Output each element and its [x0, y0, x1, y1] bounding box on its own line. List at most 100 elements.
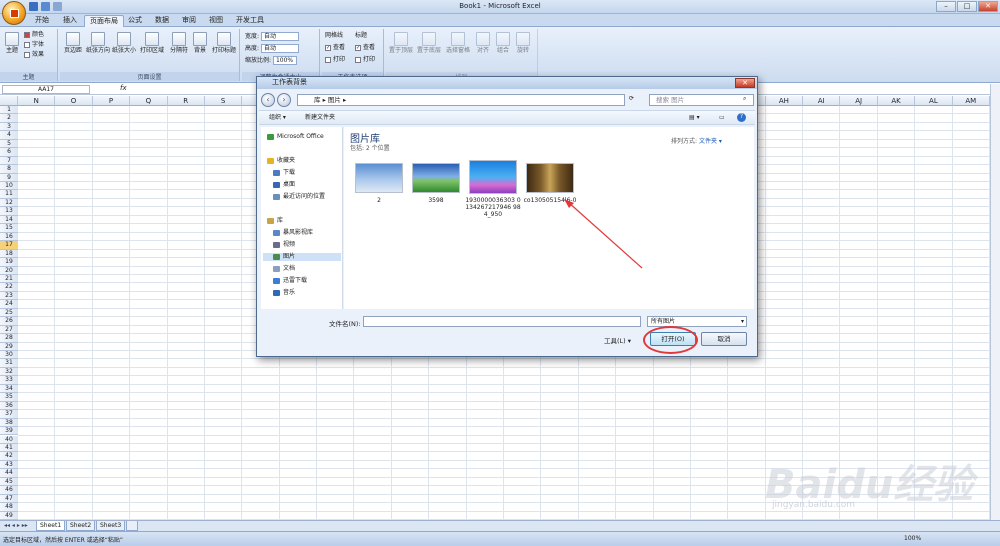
row-header[interactable]: 40 — [0, 435, 18, 444]
nav-music[interactable]: 音乐 — [273, 289, 295, 297]
fonts-button[interactable]: 字体 — [24, 41, 44, 49]
row-header[interactable]: 15 — [0, 224, 18, 233]
row-header[interactable]: 23 — [0, 291, 18, 301]
address-part[interactable]: 库 — [314, 96, 321, 104]
row-header[interactable]: 48 — [0, 503, 18, 512]
orientation-button[interactable]: 纸张方向 — [86, 32, 110, 54]
row-header[interactable]: 18 — [0, 249, 18, 259]
tab-developer[interactable]: 开发工具 — [231, 15, 269, 27]
column-header[interactable]: AK — [877, 96, 916, 106]
gridlines-print-checkbox[interactable]: 打印 — [325, 56, 345, 64]
new-folder-button[interactable]: 新建文件夹 — [305, 114, 335, 122]
search-input[interactable]: 搜索 图片 — [649, 94, 754, 106]
file-thumbnail[interactable] — [469, 160, 517, 194]
dialog-close-button[interactable]: ✕ — [735, 78, 755, 88]
row-header[interactable]: 3 — [0, 122, 18, 132]
row-header[interactable]: 27 — [0, 325, 18, 335]
tab-home[interactable]: 开始 — [30, 15, 54, 27]
row-header[interactable]: 22 — [0, 283, 18, 292]
filename-input[interactable] — [363, 316, 641, 327]
help-icon[interactable]: ? — [737, 113, 746, 122]
organize-button[interactable]: 组织 ▾ — [269, 114, 286, 122]
width-select[interactable]: 自动 — [260, 32, 299, 41]
row-header[interactable]: 35 — [0, 393, 18, 402]
address-bar[interactable]: 库 ▸ 图片 ▸ — [297, 94, 625, 106]
breaks-button[interactable]: 分隔符 — [168, 32, 190, 54]
tab-review[interactable]: 审阅 — [177, 15, 201, 27]
zoom-input[interactable]: 100% — [272, 56, 297, 65]
column-header[interactable]: AH — [765, 96, 804, 106]
view-icon[interactable]: ▤ ▾ — [689, 114, 700, 122]
margins-button[interactable]: 页边距 — [62, 32, 84, 54]
row-header[interactable]: 41 — [0, 443, 18, 453]
row-header[interactable]: 20 — [0, 266, 18, 275]
tab-insert[interactable]: 插入 — [58, 15, 82, 27]
bring-forward-button[interactable]: 置于顶层 — [388, 32, 414, 54]
row-header[interactable]: 11 — [0, 190, 18, 199]
align-button[interactable]: 对齐 — [474, 32, 492, 54]
row-header[interactable]: 38 — [0, 418, 18, 428]
row-header[interactable]: 28 — [0, 334, 18, 343]
background-button[interactable]: 背景 — [191, 32, 209, 54]
sheet-nav-arrows-icon[interactable]: ◂◂ ◂ ▸ ▸▸ — [4, 522, 28, 530]
row-header[interactable]: 30 — [0, 351, 18, 360]
back-icon[interactable]: ‹ — [261, 93, 275, 107]
selection-pane-button[interactable]: 选择窗格 — [444, 32, 472, 54]
row-header[interactable]: 42 — [0, 452, 18, 461]
row-header[interactable]: 9 — [0, 173, 18, 183]
forward-icon[interactable]: › — [277, 93, 291, 107]
insert-function-icon[interactable]: fx — [120, 84, 127, 92]
row-header[interactable]: 13 — [0, 207, 18, 216]
row-header[interactable]: 36 — [0, 401, 18, 411]
row-header[interactable]: 29 — [0, 342, 18, 351]
row-header[interactable]: 39 — [0, 427, 18, 436]
nav-desktop[interactable]: 桌面 — [273, 181, 295, 189]
nav-downloads[interactable]: 下载 — [273, 169, 295, 177]
close-button[interactable]: ✕ — [978, 1, 998, 12]
headings-print-checkbox[interactable]: 打印 — [355, 56, 375, 64]
row-header[interactable]: 31 — [0, 359, 18, 368]
row-header[interactable]: 43 — [0, 460, 18, 470]
file-thumbnail[interactable] — [526, 163, 574, 193]
tab-formulas[interactable]: 公式 — [123, 15, 147, 27]
maximize-button[interactable]: □ — [957, 1, 977, 12]
row-header[interactable]: 5 — [0, 139, 18, 149]
row-header[interactable]: 17 — [0, 241, 18, 250]
nav-videos[interactable]: 视频 — [273, 241, 295, 249]
row-header[interactable]: 37 — [0, 410, 18, 419]
row-header[interactable]: 2 — [0, 114, 18, 123]
sheet-tab-2[interactable]: Sheet2 — [66, 521, 96, 531]
column-header[interactable]: AJ — [840, 96, 878, 106]
tab-page-layout[interactable]: 页面布局 — [84, 15, 124, 27]
send-backward-button[interactable]: 置于底层 — [416, 32, 442, 54]
cancel-button[interactable]: 取消 — [701, 332, 747, 346]
row-header[interactable]: 16 — [0, 232, 18, 242]
effects-button[interactable]: 效果 — [24, 51, 44, 59]
size-button[interactable]: 纸张大小 — [112, 32, 136, 54]
nav-pictures[interactable]: 图片 — [263, 253, 341, 261]
column-header[interactable]: AI — [803, 96, 841, 106]
sort-control[interactable]: 排列方式: 文件夹 ▾ — [671, 136, 722, 145]
filetype-select[interactable]: 所有图片 ▾ — [647, 316, 747, 327]
file-name[interactable]: 1930000036303 0134267217946 984_950 — [465, 197, 521, 218]
select-all-corner[interactable] — [0, 96, 18, 106]
row-header[interactable]: 1 — [0, 106, 18, 115]
minimize-button[interactable]: – — [936, 1, 956, 12]
column-header[interactable]: AM — [952, 96, 990, 106]
headings-view-checkbox[interactable]: ✓ 查看 — [355, 44, 375, 52]
row-header[interactable]: 10 — [0, 182, 18, 191]
row-header[interactable]: 26 — [0, 317, 18, 326]
column-header[interactable]: N — [18, 96, 56, 106]
vertical-scrollbar[interactable] — [990, 84, 1000, 520]
row-header[interactable]: 44 — [0, 469, 18, 478]
column-header[interactable]: S — [204, 96, 243, 106]
row-header[interactable]: 7 — [0, 156, 18, 166]
nav-documents[interactable]: 文档 — [273, 265, 295, 273]
column-header[interactable]: R — [167, 96, 205, 106]
preview-pane-icon[interactable]: ▭ — [719, 114, 725, 122]
row-header[interactable]: 6 — [0, 148, 18, 157]
column-header[interactable]: AL — [915, 96, 953, 106]
row-header[interactable]: 33 — [0, 376, 18, 385]
nav-favorites[interactable]: 收藏夹 — [267, 157, 295, 165]
row-header[interactable]: 47 — [0, 494, 18, 504]
